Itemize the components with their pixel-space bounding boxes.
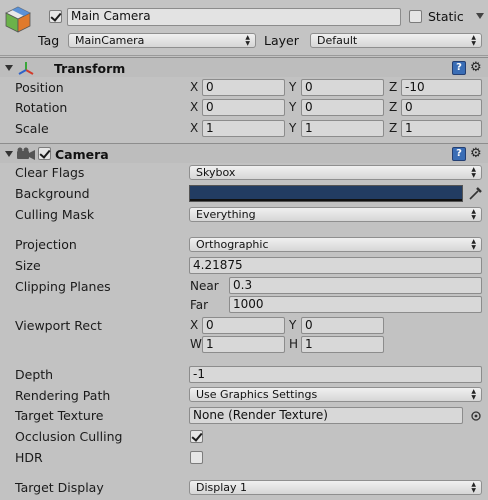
updown-arrow-icon: ▲ ▼	[471, 166, 476, 179]
viewport-y-input[interactable]: 0	[301, 317, 384, 334]
size-input[interactable]: 4.21875	[189, 257, 482, 274]
axis-x-label: X	[190, 100, 199, 114]
near-input[interactable]: 0.3	[229, 277, 482, 294]
axis-x-label: X	[190, 121, 199, 135]
background-label: Background	[15, 186, 90, 201]
rendering-path-dropdown[interactable]: Use Graphics Settings ▲ ▼	[189, 387, 482, 402]
eyedropper-icon[interactable]	[467, 185, 483, 201]
camera-title: Camera	[55, 147, 109, 162]
size-label: Size	[15, 258, 41, 273]
viewport-x-label: X	[190, 318, 199, 332]
transform-y-input[interactable]: 0	[301, 79, 384, 96]
transform-z-input[interactable]: 0	[401, 99, 482, 116]
target-display-label: Target Display	[15, 480, 104, 495]
culling-mask-value: Everything	[196, 208, 256, 221]
updown-arrow-icon: ▲ ▼	[471, 238, 476, 251]
help-icon[interactable]: ?	[452, 61, 466, 75]
transform-x-input[interactable]: 0	[202, 79, 285, 96]
axis-z-label: Z	[389, 121, 398, 135]
projection-dropdown[interactable]: Orthographic ▲ ▼	[189, 237, 482, 252]
transform-z-input[interactable]: -10	[401, 79, 482, 96]
culling-mask-dropdown[interactable]: Everything ▲ ▼	[189, 207, 482, 222]
projection-value: Orthographic	[196, 238, 269, 251]
far-label: Far	[190, 298, 209, 312]
active-checkbox[interactable]	[49, 10, 62, 23]
viewport-w-label: W	[190, 337, 202, 351]
updown-arrow-icon: ▲ ▼	[471, 208, 476, 221]
axis-y-label: Y	[289, 121, 297, 135]
target-display-value: Display 1	[196, 481, 248, 494]
object-picker-icon[interactable]	[470, 410, 482, 422]
updown-arrow-icon: ▲ ▼	[245, 34, 250, 47]
transform-row-label: Rotation	[15, 100, 68, 115]
rendering-path-value: Use Graphics Settings	[196, 388, 318, 401]
clear-flags-label: Clear Flags	[15, 165, 85, 180]
camera-header[interactable]: Camera ? ⚙	[0, 143, 488, 163]
layer-label: Layer	[264, 33, 299, 48]
background-color-field[interactable]	[189, 185, 463, 202]
clear-flags-dropdown[interactable]: Skybox ▲ ▼	[189, 165, 482, 180]
camera-enabled-checkbox[interactable]	[38, 147, 51, 160]
transform-axes-icon	[18, 62, 34, 75]
updown-arrow-icon: ▲ ▼	[471, 34, 476, 47]
depth-label: Depth	[15, 367, 54, 382]
viewport-rect-label: Viewport Rect	[15, 318, 102, 333]
viewport-w-input[interactable]: 1	[202, 336, 285, 353]
static-label: Static	[428, 9, 464, 24]
projection-label: Projection	[15, 237, 77, 252]
transform-row-label: Position	[15, 80, 64, 95]
viewport-h-label: H	[289, 337, 299, 351]
axis-x-label: X	[190, 80, 199, 94]
viewport-y-label: Y	[289, 318, 297, 332]
transform-y-input[interactable]: 0	[301, 99, 384, 116]
axis-y-label: Y	[289, 80, 297, 94]
clear-flags-value: Skybox	[196, 166, 236, 179]
rendering-path-label: Rendering Path	[15, 388, 111, 403]
occlusion-culling-label: Occlusion Culling	[15, 429, 123, 444]
transform-x-input[interactable]: 0	[202, 99, 285, 116]
target-texture-field[interactable]: None (Render Texture)	[189, 407, 463, 424]
far-input[interactable]: 1000	[229, 296, 482, 313]
transform-x-input[interactable]: 1	[202, 120, 285, 137]
hdr-checkbox[interactable]	[190, 451, 203, 464]
tag-dropdown[interactable]: MainCamera ▲ ▼	[68, 33, 256, 48]
transform-row-label: Scale	[15, 121, 49, 136]
hdr-label: HDR	[15, 450, 43, 465]
target-display-dropdown[interactable]: Display 1 ▲ ▼	[189, 480, 482, 495]
axis-z-label: Z	[389, 80, 398, 94]
culling-mask-label: Culling Mask	[15, 207, 95, 222]
layer-value: Default	[317, 34, 358, 47]
transform-header[interactable]: Transform ? ⚙	[0, 57, 488, 77]
tag-label: Tag	[38, 33, 60, 48]
depth-input[interactable]: -1	[189, 366, 482, 383]
axis-z-label: Z	[389, 100, 398, 114]
occlusion-culling-checkbox[interactable]	[190, 430, 203, 443]
gear-icon[interactable]: ⚙	[470, 147, 482, 161]
camera-icon	[17, 147, 35, 160]
transform-y-input[interactable]: 1	[301, 120, 384, 137]
foldout-arrow-icon[interactable]	[5, 65, 13, 71]
viewport-x-input[interactable]: 0	[202, 317, 285, 334]
static-dropdown-arrow[interactable]	[476, 11, 484, 20]
foldout-arrow-icon[interactable]	[5, 151, 13, 157]
static-checkbox[interactable]	[409, 10, 422, 23]
target-texture-label: Target Texture	[15, 408, 104, 423]
gameobject-header: Main Camera Static Tag MainCamera ▲ ▼ Laye…	[0, 0, 488, 56]
help-icon[interactable]: ?	[452, 147, 466, 161]
axis-y-label: Y	[289, 100, 297, 114]
layer-dropdown[interactable]: Default ▲ ▼	[310, 33, 482, 48]
gear-icon[interactable]: ⚙	[470, 61, 482, 75]
gameobject-name-input[interactable]: Main Camera	[67, 8, 401, 26]
tag-value: MainCamera	[75, 34, 145, 47]
background-color-swatch	[190, 186, 462, 199]
gameobject-cube-icon	[5, 6, 31, 33]
near-label: Near	[190, 279, 219, 293]
clipping-planes-label: Clipping Planes	[15, 279, 111, 294]
transform-title: Transform	[54, 61, 126, 76]
updown-arrow-icon: ▲ ▼	[471, 388, 476, 401]
updown-arrow-icon: ▲ ▼	[471, 481, 476, 494]
viewport-h-input[interactable]: 1	[301, 336, 384, 353]
transform-z-input[interactable]: 1	[401, 120, 482, 137]
